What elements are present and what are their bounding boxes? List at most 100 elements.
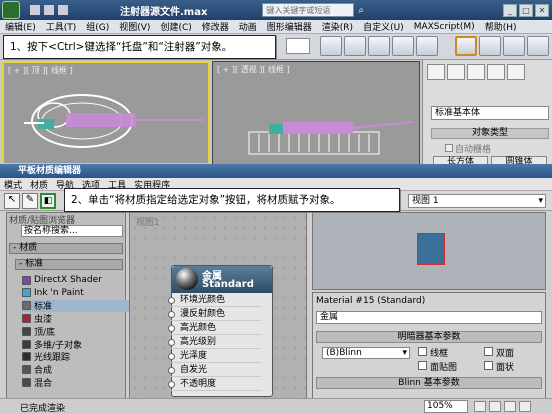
- material-list-item[interactable]: 合成: [22, 364, 130, 376]
- material-list-label: 顶/底: [34, 327, 56, 338]
- slot-socket-icon[interactable]: [168, 297, 175, 304]
- material-node-slot[interactable]: 漫反射颜色: [168, 308, 261, 321]
- material-list-item[interactable]: 标准: [22, 299, 130, 312]
- autogrid-checkbox[interactable]: 自动栅格: [445, 142, 491, 155]
- put-to-scene-icon[interactable]: ✎: [22, 193, 38, 209]
- mirror-icon[interactable]: [392, 36, 414, 56]
- slot-socket-icon[interactable]: [168, 311, 175, 318]
- blinn-basic-params-rollout[interactable]: Blinn 基本参数: [316, 377, 542, 389]
- shader-dropdown[interactable]: (B)Blinn ▾: [322, 347, 410, 359]
- render-teapot-icon[interactable]: [527, 36, 549, 56]
- menu-animation[interactable]: 动画: [234, 20, 262, 33]
- view-dropdown[interactable]: 视图 1 ▾: [408, 194, 546, 208]
- selection-set-dropdown[interactable]: [286, 38, 310, 54]
- zoom-dropdown[interactable]: 105%: [424, 400, 468, 413]
- slot-socket-icon[interactable]: [168, 325, 175, 332]
- minimize-button[interactable]: _: [503, 3, 517, 17]
- materials-group[interactable]: - 材质: [9, 243, 123, 254]
- material-node-slot[interactable]: 不透明度: [168, 378, 261, 391]
- material-swatch-icon: [22, 339, 31, 349]
- perspective-scene: [248, 121, 414, 155]
- shader-basic-params-rollout[interactable]: 明暗器基本参数: [316, 331, 542, 343]
- material-node-type: Standard: [202, 279, 254, 290]
- material-list-label: 多维/子对象: [34, 340, 83, 351]
- standard-subgroup[interactable]: - 标准: [15, 259, 123, 270]
- material-list-label: 合成: [34, 366, 53, 377]
- tray-syringe-wireframe: [24, 94, 204, 148]
- two-sided-checkbox[interactable]: [484, 347, 493, 356]
- percent-snap-icon[interactable]: [368, 36, 390, 56]
- viewport-top-label[interactable]: [ + ][ 顶 ][ 线框 ]: [8, 65, 73, 76]
- material-node-slot[interactable]: 环境光颜色: [168, 294, 261, 307]
- me-menu-mode[interactable]: 模式: [0, 178, 26, 191]
- snap-toggle-icon[interactable]: [320, 36, 342, 56]
- slot-socket-icon[interactable]: [168, 339, 175, 346]
- faceted-checkbox[interactable]: [484, 361, 493, 370]
- material-name-field[interactable]: 金属: [316, 311, 542, 324]
- menu-create[interactable]: 创建(C): [155, 20, 196, 33]
- chevron-down-icon: ▾: [402, 348, 407, 358]
- material-list-item[interactable]: Ink 'n Paint: [22, 287, 130, 299]
- align-icon[interactable]: [416, 36, 438, 56]
- browser-search-text: 按名称搜索...: [24, 226, 78, 236]
- material-node-slot[interactable]: 高光颜色: [168, 322, 261, 335]
- maximize-button[interactable]: □: [519, 3, 533, 17]
- quick-access-icons[interactable]: [30, 5, 68, 15]
- menu-maxscript[interactable]: MAXScript(M): [409, 22, 480, 32]
- graph-view-label: 视图1: [136, 218, 160, 228]
- menu-edit[interactable]: 编辑(E): [0, 20, 41, 33]
- menu-tools[interactable]: 工具(T): [41, 20, 82, 33]
- pick-material-icon[interactable]: ↖: [4, 193, 20, 209]
- search-input[interactable]: 键入关键字或短语: [262, 3, 355, 17]
- material-preview-panel: [312, 212, 546, 290]
- menu-views[interactable]: 视图(V): [114, 20, 155, 33]
- autogrid-label: 自动栅格: [455, 145, 492, 155]
- menu-help[interactable]: 帮助(H): [480, 20, 522, 33]
- material-node-header[interactable]: 金属 Standard: [172, 266, 272, 293]
- status-text: 已完成渲染: [20, 404, 66, 414]
- slot-socket-icon[interactable]: [168, 381, 175, 388]
- material-node-slot[interactable]: 光泽度: [168, 350, 261, 363]
- material-node-slot[interactable]: 自发光: [168, 364, 261, 377]
- material-list-label: 光线跟踪: [34, 353, 71, 364]
- assign-material-to-selection-icon[interactable]: ◧: [40, 193, 56, 209]
- viewport-top[interactable]: [ + ][ 顶 ][ 线框 ]: [2, 61, 210, 165]
- browser-search-input[interactable]: 按名称搜索...: [21, 225, 123, 237]
- slot-label: 不透明度: [180, 379, 217, 389]
- assigned-material-swatch[interactable]: [417, 233, 445, 265]
- material-list-item[interactable]: 顶/底: [22, 325, 130, 338]
- material-list-item[interactable]: 光线跟踪: [22, 351, 130, 363]
- render-setup-icon[interactable]: [479, 36, 501, 56]
- object-type-rollout[interactable]: 对象类型: [431, 128, 549, 139]
- material-list-item[interactable]: 混合: [22, 376, 130, 389]
- menu-graph-editors[interactable]: 图形编辑器: [262, 20, 317, 33]
- menu-group[interactable]: 组(G): [81, 20, 114, 33]
- slot-socket-icon[interactable]: [168, 353, 175, 360]
- material-list-item[interactable]: 虫漆: [22, 312, 130, 325]
- primitive-type-dropdown[interactable]: 标准基本体: [431, 106, 549, 120]
- viewport-perspective[interactable]: [ + ][ 透视 ][ 线框 ]: [212, 61, 420, 165]
- search-icon[interactable]: ⌕: [358, 5, 364, 16]
- viewport-perspective-label[interactable]: [ + ][ 透视 ][ 线框 ]: [217, 64, 290, 75]
- params-title: Material #15 (Standard): [316, 296, 426, 306]
- object-type-title: 对象类型: [471, 128, 508, 138]
- command-panel-tabs[interactable]: [427, 64, 549, 82]
- nav-icons[interactable]: [474, 401, 531, 412]
- rendered-frame-icon[interactable]: [503, 36, 525, 56]
- app-logo-icon[interactable]: [2, 1, 20, 19]
- face-map-checkbox[interactable]: [418, 361, 427, 370]
- menu-rendering[interactable]: 渲染(R): [317, 20, 358, 33]
- material-editor-icon[interactable]: [455, 36, 477, 56]
- material-list-label: 虫漆: [34, 314, 53, 325]
- close-button[interactable]: ✕: [535, 3, 549, 17]
- angle-snap-icon[interactable]: [344, 36, 366, 56]
- me-menu-material[interactable]: 材质: [26, 178, 52, 191]
- material-list-item[interactable]: DirectX Shader: [22, 274, 130, 286]
- slot-socket-icon[interactable]: [168, 367, 175, 374]
- material-swatch-icon: [22, 313, 31, 323]
- menu-customize[interactable]: 自定义(U): [358, 20, 409, 33]
- material-list-item[interactable]: 多维/子对象: [22, 338, 130, 351]
- wire-checkbox[interactable]: [418, 347, 427, 356]
- material-node-slot[interactable]: 高光级别: [168, 336, 261, 349]
- menu-modifiers[interactable]: 修改器: [197, 20, 234, 33]
